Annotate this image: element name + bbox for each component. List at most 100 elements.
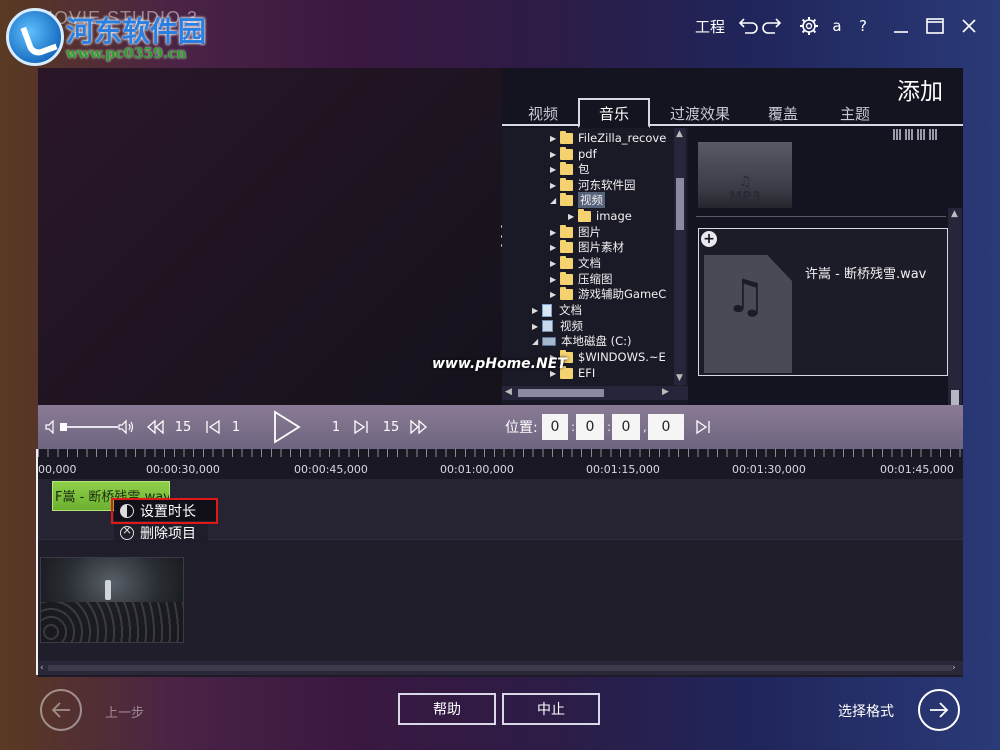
- view-mode-icons[interactable]: [893, 129, 945, 141]
- movie-studio-window: MOVIE STUDIO 3 河东软件园 www.pc0359.cn 工程 a …: [0, 0, 1000, 750]
- scroll-up-icon[interactable]: ▲: [676, 129, 683, 139]
- menu-item-label: 删除项目: [140, 525, 196, 542]
- skip-to-end-icon[interactable]: [692, 405, 714, 449]
- time-ruler[interactable]: 00,000 00:00:30,000 00:00:45,000 00:01:0…: [38, 449, 963, 479]
- position-hours[interactable]: 0: [542, 414, 568, 440]
- tree-item[interactable]: ▶ pdf: [550, 146, 597, 162]
- tree-item[interactable]: ▶ 图片: [550, 224, 601, 240]
- ruler-label: 00:00:30,000: [146, 463, 220, 476]
- redo-icon[interactable]: [760, 12, 784, 40]
- disk-icon: [542, 336, 556, 346]
- watermark-logo-icon: [6, 8, 64, 66]
- close-icon[interactable]: [952, 12, 986, 40]
- media-tabs: 视频 音乐 过渡效果 覆盖 主题: [502, 96, 963, 128]
- tree-item[interactable]: ▶ FileZilla_recove: [550, 130, 666, 146]
- scroll-right-icon[interactable]: ›: [952, 663, 956, 673]
- forward-step-value: 15: [382, 419, 400, 435]
- music-note-icon[interactable]: ♫: [698, 142, 792, 190]
- watermark-url: www.pc0359.cn: [66, 46, 187, 62]
- scroll-thumb[interactable]: [518, 389, 604, 397]
- tab-video[interactable]: 视频: [516, 100, 570, 126]
- back-button[interactable]: [40, 689, 82, 731]
- account-button[interactable]: a: [824, 12, 850, 40]
- document-icon: [542, 303, 552, 317]
- position-minutes[interactable]: 0: [576, 414, 604, 440]
- scroll-up-icon[interactable]: ▲: [951, 209, 958, 219]
- file-name: 许嵩 - 断桥残雪.wav: [805, 267, 927, 282]
- tree-item[interactable]: ▶ 文档: [550, 255, 601, 271]
- mp3-label: MP3: [698, 190, 792, 208]
- tree-item[interactable]: ◢ 本地磁盘 (C:): [532, 333, 632, 349]
- tab-theme[interactable]: 主题: [830, 100, 880, 126]
- tree-item-selected[interactable]: ◢ 视频: [550, 192, 605, 208]
- transport-bar: 15 1 1 15 位置: 0 : 0 : 0 , 0: [38, 405, 963, 449]
- tree-item[interactable]: ▶ $WINDOWS.~E: [550, 349, 666, 365]
- scroll-thumb[interactable]: [676, 178, 684, 230]
- tree-vertical-scrollbar[interactable]: ▲ ▼: [674, 128, 686, 385]
- tree-item[interactable]: ▶ 图片素材: [550, 239, 624, 255]
- tab-music[interactable]: 音乐: [578, 98, 650, 128]
- scroll-right-icon[interactable]: ▶: [662, 387, 669, 397]
- tab-overlay[interactable]: 覆盖: [758, 100, 808, 126]
- delete-icon: [120, 523, 134, 540]
- arrow-right-icon: [930, 702, 949, 718]
- gear-icon[interactable]: [794, 12, 824, 40]
- tree-item[interactable]: ▶ 文档: [532, 302, 582, 318]
- tree-item[interactable]: ▶ 压缩图: [550, 271, 613, 287]
- play-icon[interactable]: [266, 405, 306, 449]
- fast-forward-icon[interactable]: [408, 405, 430, 449]
- separator: :: [607, 420, 612, 434]
- scroll-left-icon[interactable]: ‹: [40, 663, 44, 673]
- frame-forward-icon[interactable]: [350, 405, 372, 449]
- video-clip[interactable]: [40, 557, 184, 643]
- position-milliseconds[interactable]: 0: [648, 414, 684, 440]
- ruler-label: 00:01:30,000: [732, 463, 806, 476]
- frame-back-icon[interactable]: [202, 405, 224, 449]
- arrow-left-icon: [51, 702, 70, 718]
- rewind-step-value: 15: [174, 419, 192, 435]
- next-button[interactable]: [918, 689, 960, 731]
- tree-item[interactable]: ▶ 包: [550, 161, 590, 177]
- position-label: 位置:: [505, 420, 538, 436]
- scroll-left-icon[interactable]: ◀: [505, 387, 512, 397]
- phome-watermark: www.pHome.NET: [432, 356, 567, 372]
- audio-file-card[interactable]: + ♫ 许嵩 - 断桥残雪.wav: [698, 228, 948, 376]
- tree-item[interactable]: ▶ 视频: [532, 318, 583, 334]
- video-folder-icon: [542, 320, 553, 332]
- maximize-icon[interactable]: [918, 12, 952, 40]
- volume-low-icon: [44, 405, 58, 449]
- add-icon[interactable]: +: [701, 231, 717, 247]
- ruler-label: 00:00:45,000: [294, 463, 368, 476]
- playhead[interactable]: [36, 449, 38, 675]
- scroll-thumb[interactable]: [48, 665, 952, 671]
- position-seconds[interactable]: 0: [612, 414, 640, 440]
- video-preview: [38, 68, 502, 405]
- watermark-title: 河东软件园: [66, 15, 207, 48]
- annotation-highlight-box: [111, 498, 218, 524]
- tree-horizontal-scrollbar[interactable]: ◀ ▶: [502, 386, 688, 400]
- timeline-scrollbar[interactable]: ‹ ›: [38, 661, 963, 675]
- stop-button[interactable]: 中止: [502, 693, 600, 725]
- volume-slider[interactable]: [60, 426, 118, 428]
- ruler-label: 00:01:45,000: [880, 463, 954, 476]
- bottom-bar: 上一步 帮助 中止 选择格式: [0, 680, 1000, 750]
- project-menu[interactable]: 工程: [690, 12, 730, 40]
- tab-transitions[interactable]: 过渡效果: [660, 100, 740, 126]
- minimize-icon[interactable]: [884, 12, 918, 40]
- undo-icon[interactable]: [736, 12, 760, 40]
- back-label: 上一步: [105, 706, 145, 721]
- help-button[interactable]: ?: [850, 12, 876, 40]
- ruler-label: 00:01:15,000: [586, 463, 660, 476]
- scroll-down-icon[interactable]: ▼: [676, 373, 683, 383]
- tree-item[interactable]: ▶ 游戏辅助GameC: [550, 286, 666, 302]
- video-thumbnail-figure: [105, 580, 111, 600]
- timeline: 00,000 00:00:30,000 00:00:45,000 00:01:0…: [38, 449, 963, 677]
- tree-item[interactable]: ▶ image: [568, 208, 632, 224]
- help-button[interactable]: 帮助: [398, 693, 496, 725]
- music-note-icon: ♫: [725, 269, 767, 323]
- video-thumbnail-crowd: [41, 602, 183, 642]
- delete-item-menu-item[interactable]: 删除项目: [114, 522, 208, 543]
- volume-slider-handle[interactable]: [60, 423, 67, 431]
- rewind-icon[interactable]: [144, 405, 166, 449]
- tree-item[interactable]: ▶ 河东软件园: [550, 177, 636, 193]
